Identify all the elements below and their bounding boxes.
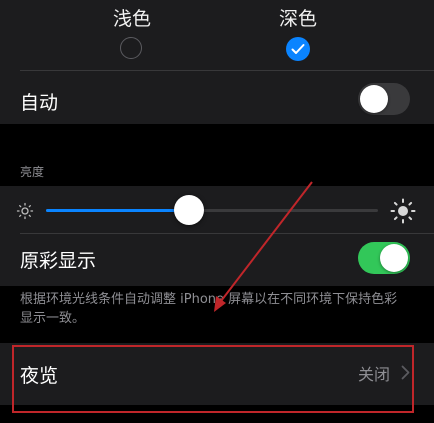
true-tone-description: 根据环境光线条件自动调整 iPhone 屏幕以在不同环境下保持色彩显示一致。 bbox=[20, 292, 398, 326]
divider bbox=[20, 70, 434, 71]
dark-radio-checked[interactable] bbox=[286, 37, 310, 61]
theme-option-dark[interactable]: 深色 bbox=[238, 0, 358, 61]
theme-label-dark: 深色 bbox=[278, 8, 317, 30]
toggle-knob bbox=[380, 244, 408, 272]
true-tone-label: 原彩显示 bbox=[20, 250, 97, 272]
annotation-box bbox=[12, 345, 414, 413]
toggle-knob bbox=[360, 85, 388, 113]
auto-label: 自动 bbox=[20, 92, 59, 114]
brightness-header: 亮度 bbox=[20, 165, 45, 179]
checkmark-icon bbox=[291, 44, 305, 54]
theme-label-light: 浅色 bbox=[112, 8, 151, 30]
true-tone-toggle[interactable] bbox=[358, 242, 410, 274]
brightness-slider[interactable] bbox=[46, 195, 378, 225]
slider-thumb[interactable] bbox=[173, 195, 204, 225]
auto-toggle[interactable] bbox=[358, 83, 410, 115]
light-radio[interactable] bbox=[120, 37, 142, 59]
theme-option-light[interactable]: 浅色 bbox=[72, 0, 192, 59]
sun-small-icon bbox=[16, 202, 34, 220]
display-group: 原彩显示 bbox=[0, 186, 434, 286]
slider-fill bbox=[46, 209, 189, 212]
divider bbox=[20, 233, 434, 234]
appearance-group: 浅色 深色 自动 bbox=[0, 0, 434, 124]
sun-large-icon bbox=[390, 198, 416, 224]
